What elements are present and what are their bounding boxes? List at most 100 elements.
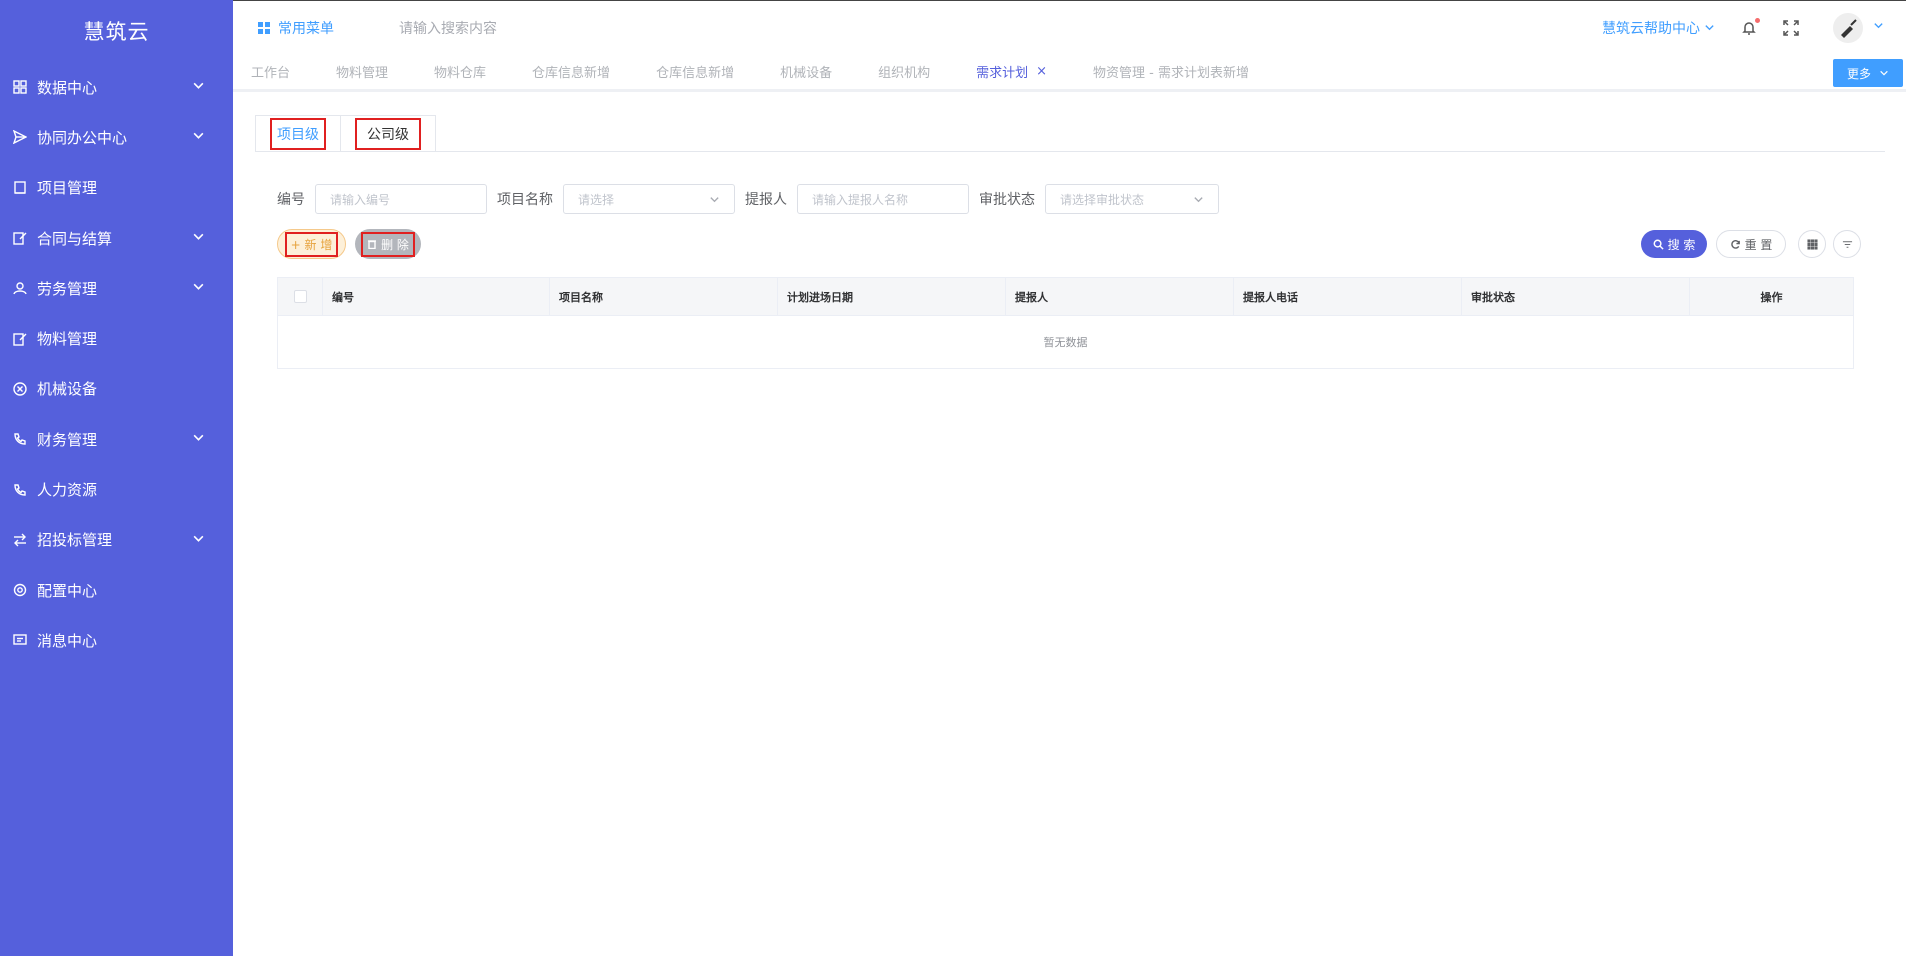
sidebar-item[interactable]: 人力资源 (0, 464, 233, 514)
status-filter-select[interactable]: 请选择审批状态 (1045, 184, 1219, 214)
tab-5[interactable]: 机械设备 (780, 62, 832, 81)
project-filter-select[interactable]: 请选择 (563, 184, 735, 214)
common-menu-button[interactable]: 常用菜单 (258, 18, 334, 38)
fullscreen-button[interactable] (1783, 19, 1799, 36)
delete-button-label: 删 除 (381, 237, 409, 252)
chevron-down-icon (192, 78, 205, 96)
sidebar-item[interactable]: 财务管理 (0, 414, 233, 464)
user-icon (12, 281, 27, 296)
phone-icon (12, 432, 27, 447)
search-button[interactable]: 搜 索 (1641, 230, 1707, 258)
tab-4[interactable]: 仓库信息新增 (656, 62, 734, 81)
sidebar-item-label: 数据中心 (37, 78, 98, 97)
tab-6[interactable]: 组织机构 (878, 62, 930, 81)
code-filter-input[interactable]: 请输入编号 (315, 184, 487, 214)
sidebar-item[interactable]: 协同办公中心 (0, 112, 233, 162)
tab-label: 工作台 (251, 66, 291, 81)
data-table: 编号 项目名称 计划进场日期 提报人 提报人电话 审批状态 操作 暂无数据 (277, 277, 1854, 369)
sidebar-item[interactable]: 合同与结算 (0, 213, 233, 263)
reporter-filter-label: 提报人 (745, 192, 787, 208)
sidebar-item[interactable]: 物料管理 (0, 313, 233, 363)
gear-icon (12, 583, 27, 598)
sidebar-item[interactable]: 数据中心 (0, 62, 233, 112)
filter-toggle-button[interactable] (1833, 230, 1861, 258)
tab-8[interactable]: 物资管理 - 需求计划表新增 (1093, 62, 1249, 81)
sidebar-item-label: 配置中心 (37, 581, 98, 600)
tab-project-level[interactable]: 项目级 (255, 115, 340, 152)
toolbar: + 新 增 删 除 搜 索 重 置 (277, 229, 1861, 259)
code-filter-label: 编号 (277, 192, 305, 208)
fullscreen-icon (1783, 19, 1799, 36)
status-filter-label: 审批状态 (979, 192, 1035, 208)
sidebar-item-label: 消息中心 (37, 631, 98, 650)
user-avatar[interactable] (1833, 12, 1863, 43)
sidebar-menu: 数据中心协同办公中心 项目管理合同与结算劳务管理物料管理机械设备财务管理人力资源招… (0, 62, 233, 666)
top-header: 常用菜单 请输入搜索内容 慧筑云帮助中心 (233, 0, 1906, 54)
tab-1[interactable]: 物料管理 (336, 62, 388, 81)
tab-2[interactable]: 物料仓库 (434, 62, 486, 81)
circle-x-icon (12, 381, 27, 396)
project-filter-placeholder: 请选择 (578, 192, 615, 207)
apps-icon (258, 21, 270, 34)
project-filter-label: 项目名称 (497, 192, 553, 208)
chevron-down-icon (192, 531, 205, 549)
column-header: 提报人电话 (1234, 278, 1462, 315)
add-button[interactable]: + 新 增 (277, 229, 346, 259)
brush-icon (1841, 18, 1857, 38)
sidebar-item-label: 劳务管理 (37, 279, 98, 298)
sidebar-item[interactable]: 项目管理 (0, 163, 233, 213)
grid-icon (1806, 238, 1818, 250)
tab-label: 物料管理 (336, 66, 389, 81)
column-header: 编号 (323, 278, 550, 315)
chevron-down-icon (1880, 70, 1888, 76)
chevron-down-icon (192, 279, 205, 297)
help-center-link[interactable]: 慧筑云帮助中心 (1602, 18, 1715, 38)
tab-7[interactable]: 需求计划 × (976, 62, 1047, 81)
search-button-label: 搜 索 (1667, 237, 1696, 252)
tags-view-bar: 工作台 物料管理 物料仓库 仓库信息新增 仓库信息新增 机械设备 组织机构 需求计划 × 物资管理… (233, 54, 1906, 92)
sidebar-item[interactable]: 配置中心 (0, 565, 233, 615)
sidebar-item[interactable]: 消息中心 (0, 615, 233, 665)
select-all-checkbox[interactable] (293, 290, 307, 303)
transfer-icon (12, 532, 27, 547)
column-header: 审批状态 (1462, 278, 1690, 315)
tab-label: 需求计划 (976, 66, 1029, 81)
sidebar-item-label: 物料管理 (37, 330, 98, 349)
sidebar-item-label: 财务管理 (37, 430, 98, 449)
notification-button[interactable] (1741, 17, 1760, 36)
delete-button[interactable]: 删 除 (355, 229, 421, 259)
tab-label: 物料仓库 (434, 66, 487, 81)
sidebar-item-label: 合同与结算 (37, 229, 113, 248)
table-header: 编号 项目名称 计划进场日期 提报人 提报人电话 审批状态 操作 (278, 278, 1853, 316)
chevron-down-icon (1705, 25, 1714, 31)
reset-button[interactable]: 重 置 (1716, 230, 1786, 258)
level-tabs: 项目级 公司级 (255, 115, 1885, 152)
edit-icon (12, 331, 27, 346)
column-settings-button[interactable] (1798, 230, 1826, 258)
message-icon (12, 633, 27, 648)
close-icon[interactable]: × (1036, 64, 1047, 79)
global-search-input[interactable]: 请输入搜索内容 (399, 18, 497, 38)
more-tabs-label: 更多 (1846, 66, 1871, 81)
tab-company-level[interactable]: 公司级 (340, 115, 436, 152)
search-icon (1653, 239, 1664, 250)
chevron-down-icon (192, 128, 205, 146)
refresh-icon (1730, 239, 1740, 249)
reporter-filter-input[interactable]: 请输入提报人名称 (797, 184, 969, 214)
sidebar-item-label: 招投标管理 (37, 531, 113, 550)
edit-icon (12, 231, 27, 246)
grid-icon (12, 80, 27, 95)
tab-0[interactable]: 工作台 (251, 62, 290, 81)
column-header: 操作 (1760, 290, 1783, 304)
more-tabs-button[interactable]: 更多 (1833, 59, 1903, 87)
column-header: 提报人 (1006, 278, 1234, 315)
sidebar-item[interactable]: 机械设备 (0, 364, 233, 414)
sidebar-item[interactable]: 招投标管理 (0, 515, 233, 565)
user-menu-toggle[interactable] (1873, 20, 1884, 35)
sidebar-item[interactable]: 劳务管理 (0, 263, 233, 313)
chevron-down-icon (1194, 196, 1203, 202)
tab-3[interactable]: 仓库信息新增 (532, 62, 610, 81)
header-right: 慧筑云帮助中心 (1602, 12, 1884, 43)
phone-icon (12, 482, 27, 497)
brand-logo: 慧筑云 (83, 20, 150, 44)
